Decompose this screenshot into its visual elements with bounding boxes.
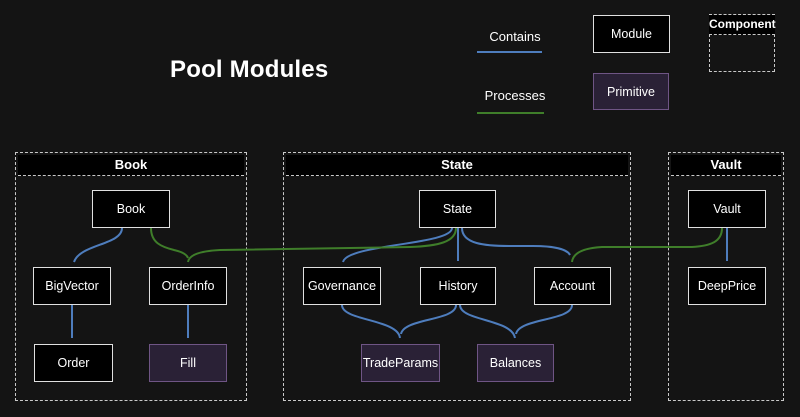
page-title: Pool Modules <box>170 56 328 84</box>
diagram-canvas: Pool Modules Contains Processes Module P… <box>0 0 800 417</box>
node-fill: Fill <box>149 344 227 382</box>
node-vault: Vault <box>688 190 766 228</box>
node-governance: Governance <box>303 267 381 305</box>
node-deepprice: DeepPrice <box>688 267 766 305</box>
cluster-book-title: Book <box>18 155 244 176</box>
legend-module-node: Module <box>593 15 670 53</box>
cluster-vault-title: Vault <box>671 155 781 176</box>
node-account: Account <box>534 267 611 305</box>
node-balances: Balances <box>477 344 554 382</box>
node-state: State <box>419 190 496 228</box>
legend-primitive-node: Primitive <box>593 73 669 110</box>
legend-component-label: Component <box>709 15 775 35</box>
legend-contains-label: Contains <box>475 29 555 44</box>
node-book: Book <box>92 190 170 228</box>
node-tradeparams: TradeParams <box>361 344 440 382</box>
node-bigvector: BigVector <box>33 267 111 305</box>
legend-processes-label: Processes <box>475 88 555 103</box>
node-orderinfo: OrderInfo <box>149 267 227 305</box>
node-history: History <box>420 267 496 305</box>
cluster-state-title: State <box>286 155 628 176</box>
legend-component-box: Component <box>709 14 775 72</box>
node-order: Order <box>34 344 113 382</box>
